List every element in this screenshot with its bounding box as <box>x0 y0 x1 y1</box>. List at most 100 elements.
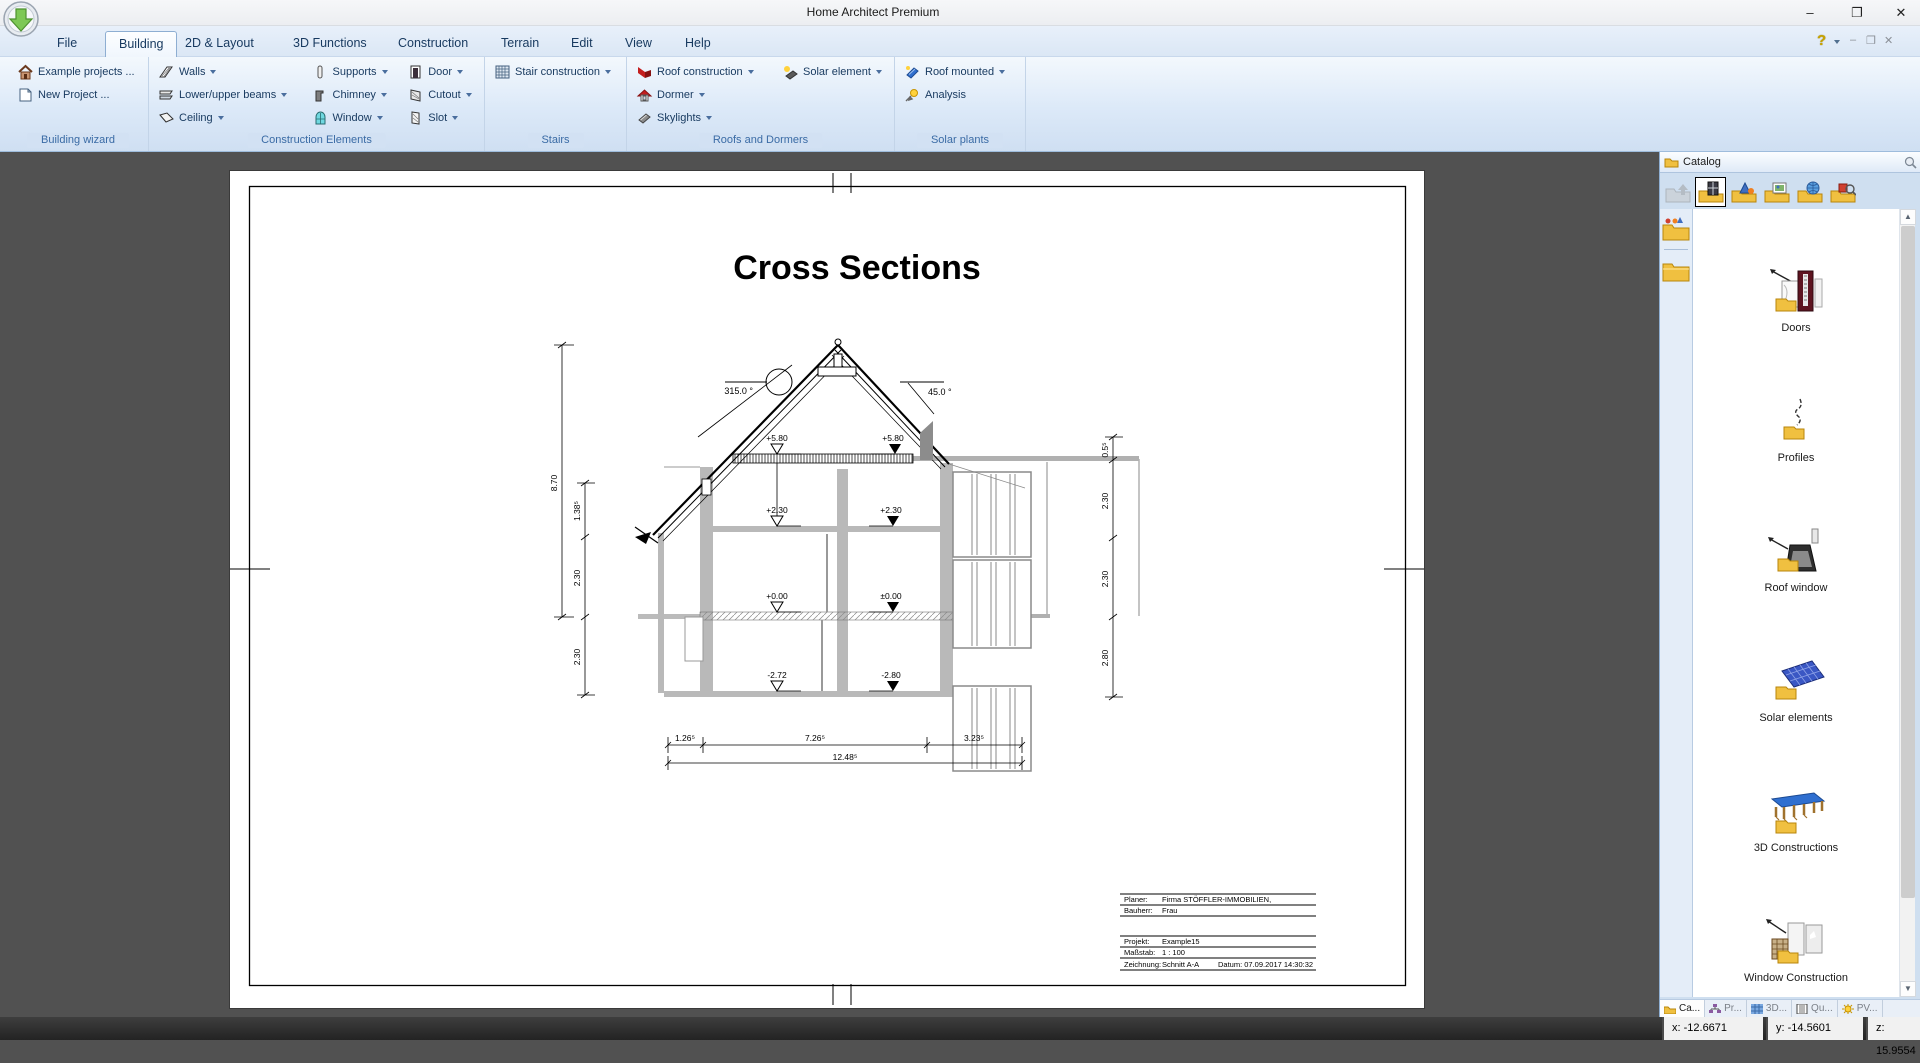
catalog-group-objects-folder-icon[interactable] <box>1662 215 1690 241</box>
chimney-button[interactable]: Chimney <box>309 83 405 106</box>
catalog-search-objects-icon[interactable] <box>1827 177 1858 207</box>
roof-mounted-button[interactable]: Roof mounted <box>901 60 1025 83</box>
window-restore-button[interactable]: ❐ <box>1840 0 1874 25</box>
roof-construction-button[interactable]: Roof construction <box>633 60 779 83</box>
window-dropdown-icon[interactable] <box>377 116 383 123</box>
solar-element-dropdown-icon[interactable] <box>876 70 882 77</box>
cutout-button[interactable]: Cutout <box>404 83 484 106</box>
ceiling-dropdown-icon[interactable] <box>218 116 224 123</box>
cutout-dropdown-icon[interactable] <box>466 93 472 100</box>
dormer-icon <box>636 87 653 103</box>
catalog-item-window-construction[interactable]: Window Construction <box>1693 915 1899 984</box>
group-solar-plants: Roof mounted Analysis Solar plants <box>895 57 1026 151</box>
catalog-web-icon[interactable] <box>1794 177 1825 207</box>
tab-help[interactable]: Help <box>672 31 724 57</box>
stair-construction-dropdown-icon[interactable] <box>605 70 611 77</box>
lower-upper-beams-button[interactable]: Lower/upper beams <box>155 83 309 106</box>
supports-dropdown-icon[interactable] <box>382 70 388 77</box>
panel-tab-quantities[interactable]: Qu... <box>1792 1000 1838 1018</box>
tab-building[interactable]: Building <box>105 31 177 57</box>
ceiling-button[interactable]: Ceiling <box>155 106 309 129</box>
stair-construction-button[interactable]: Stair construction <box>491 60 626 83</box>
drawing-sheet[interactable]: Cross Sections <box>230 171 1424 1008</box>
slot-dropdown-icon[interactable] <box>452 116 458 123</box>
catalog-item-roof-window[interactable]: Roof window <box>1693 525 1899 594</box>
roof-mounted-label: Roof mounted <box>925 66 994 78</box>
walls-button[interactable]: Walls <box>155 60 309 83</box>
window-button[interactable]: Window <box>309 106 405 129</box>
lower-upper-beams-label: Lower/upper beams <box>179 89 276 101</box>
wall-icon <box>158 64 175 80</box>
door-button[interactable]: Door <box>404 60 484 83</box>
catalog-scrollbar[interactable]: ▲ ▼ <box>1899 209 1915 997</box>
titleblock-planer-value: Firma STÖFFLER-IMMOBILIEN, <box>1162 895 1271 904</box>
door-dropdown-icon[interactable] <box>457 70 463 77</box>
drawing-canvas[interactable]: Cross Sections <box>0 152 1659 1017</box>
level-label: -2.80 <box>881 670 901 680</box>
panel-tab-pv[interactable]: PV... <box>1838 1000 1883 1018</box>
skylights-button[interactable]: Skylights <box>633 106 779 129</box>
window-minimize-button[interactable]: – <box>1793 0 1827 25</box>
skylights-dropdown-icon[interactable] <box>706 116 712 123</box>
window-label: Window <box>333 112 372 124</box>
panel-tab-3d[interactable]: 3D... <box>1747 1000 1792 1018</box>
search-icon[interactable] <box>1904 156 1917 169</box>
tab-file[interactable]: File <box>44 31 90 57</box>
level-label: +5.80 <box>766 433 788 443</box>
dormer-button[interactable]: Dormer <box>633 83 779 106</box>
catalog-header[interactable]: Catalog <box>1660 152 1920 173</box>
tab-3d-functions[interactable]: 3D Functions <box>280 31 380 57</box>
scroll-up-icon[interactable]: ▲ <box>1900 209 1916 225</box>
window-close-button[interactable]: ✕ <box>1884 0 1918 25</box>
slot-button[interactable]: Slot <box>404 106 484 129</box>
catalog-objects-icon[interactable] <box>1728 177 1759 207</box>
panel-tab-catalog[interactable]: Ca... <box>1660 1000 1705 1018</box>
ribbon-close-icon[interactable]: ✕ <box>1884 34 1893 47</box>
catalog-textures-icon[interactable] <box>1761 177 1792 207</box>
angle-left-label: 315.0 ° <box>724 386 753 396</box>
ribbon-minimize-icon[interactable]: – <box>1850 34 1856 46</box>
dim-label: 0.5⁵ <box>1100 442 1110 457</box>
catalog-up-icon[interactable] <box>1662 177 1693 207</box>
catalog-item-profiles[interactable]: Profiles <box>1693 395 1899 464</box>
chimney-dropdown-icon[interactable] <box>381 93 387 100</box>
solar-elements-icon <box>1764 655 1828 709</box>
catalog-plain-folder-icon[interactable] <box>1662 256 1690 282</box>
solar-element-button[interactable]: Solar element <box>779 60 891 83</box>
dormer-dropdown-icon[interactable] <box>699 93 705 100</box>
titleblock-datum-value: Datum: 07.09.2017 14:30:32 <box>1218 960 1313 969</box>
chimney-icon <box>312 87 329 103</box>
ribbon-restore-icon[interactable]: ❐ <box>1866 34 1876 47</box>
supports-button[interactable]: Supports <box>309 60 405 83</box>
house-section <box>635 339 1139 771</box>
dim-label: 1.38⁵ <box>572 501 582 521</box>
roof-construction-dropdown-icon[interactable] <box>748 70 754 77</box>
application-button[interactable] <box>3 1 39 37</box>
roof-mounted-dropdown-icon[interactable] <box>999 70 1005 77</box>
help-icon[interactable]: ? <box>1817 32 1826 49</box>
new-project-label: New Project ... <box>38 89 110 101</box>
tab-terrain[interactable]: Terrain <box>488 31 552 57</box>
tab-edit[interactable]: Edit <box>558 31 606 57</box>
lower-upper-beams-dropdown-icon[interactable] <box>281 93 287 100</box>
ceiling-label: Ceiling <box>179 112 213 124</box>
walls-dropdown-icon[interactable] <box>210 70 216 77</box>
beams-icon <box>158 87 175 103</box>
tab-view[interactable]: View <box>612 31 665 57</box>
scroll-down-icon[interactable]: ▼ <box>1900 981 1916 997</box>
analysis-label: Analysis <box>925 89 966 101</box>
analysis-button[interactable]: Analysis <box>901 83 1025 106</box>
new-project-button[interactable]: New Project ... <box>14 83 148 106</box>
panel-tab-project[interactable]: Pr... <box>1705 1000 1747 1018</box>
help-dropdown-icon[interactable] <box>1834 40 1840 47</box>
tab-2d-layout[interactable]: 2D & Layout <box>172 31 267 57</box>
example-projects-button[interactable]: Example projects ... <box>14 60 148 83</box>
dim-label: 2.30 <box>1100 492 1110 509</box>
catalog-item-3d-constructions[interactable]: 3D Constructions <box>1693 785 1899 854</box>
level-label: ±0.00 <box>880 591 901 601</box>
catalog-item-doors[interactable]: Doors <box>1693 265 1899 334</box>
tab-construction[interactable]: Construction <box>385 31 481 57</box>
catalog-windows-doors-icon[interactable] <box>1695 177 1726 207</box>
scrollbar-thumb[interactable] <box>1901 226 1915 898</box>
catalog-item-solar-elements[interactable]: Solar elements <box>1693 655 1899 724</box>
